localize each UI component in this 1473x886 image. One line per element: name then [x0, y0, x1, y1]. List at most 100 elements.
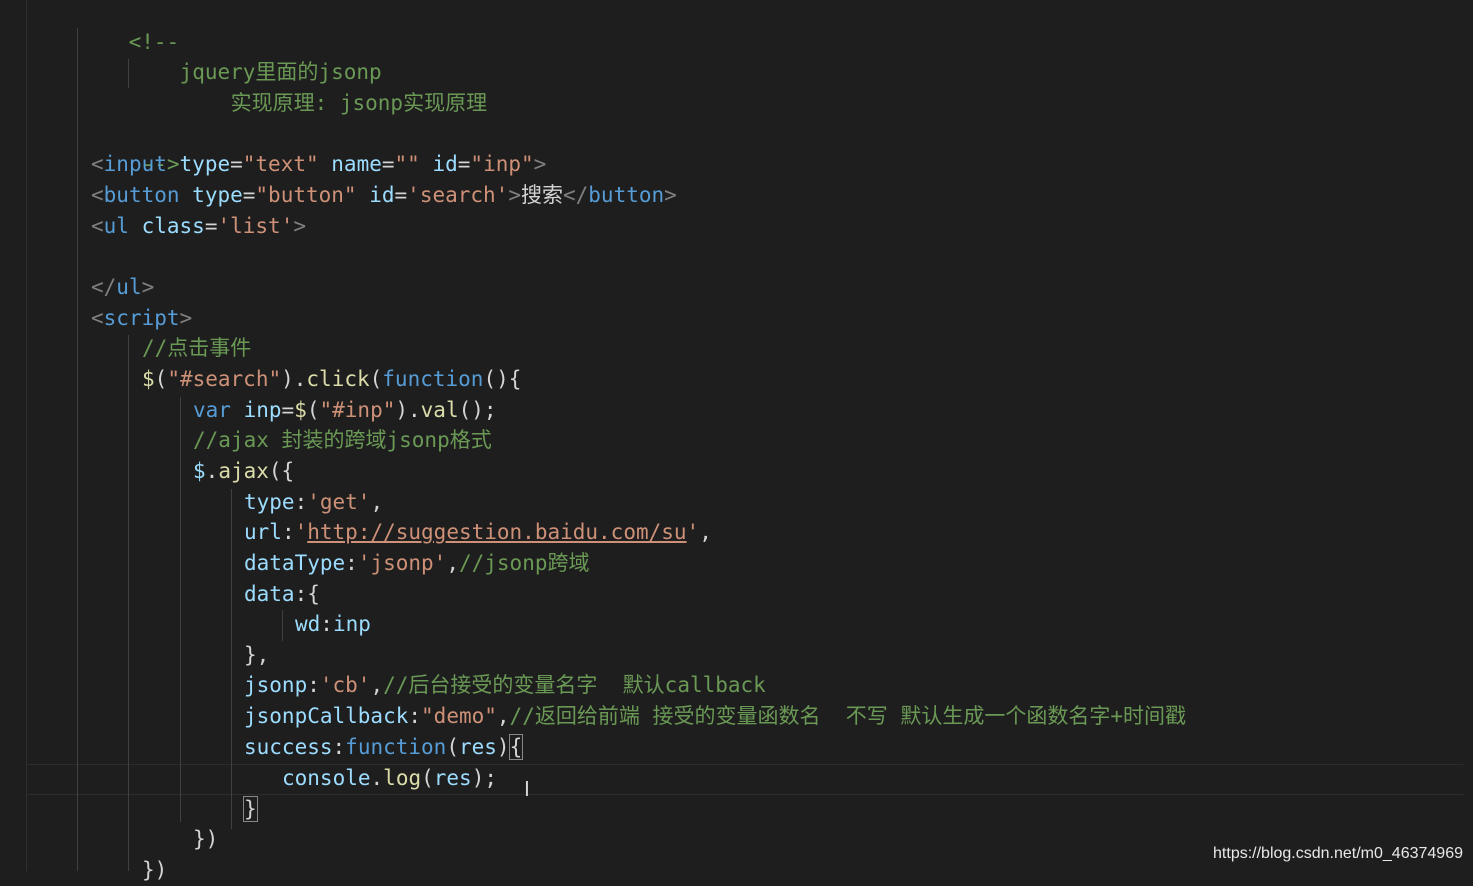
string-value: 'cb': [319, 673, 371, 697]
comment-text: //ajax 封装的跨域jsonp格式: [193, 428, 492, 452]
attr-eq: =: [394, 183, 408, 207]
matched-brace: }: [243, 796, 258, 822]
code-line-brace-close: }: [243, 794, 258, 825]
indent-guide: [282, 610, 283, 641]
code-line-ajax-call: $.ajax({: [193, 456, 294, 487]
code-line-click-handler: $("#search").click(function(){: [142, 364, 521, 395]
tag-name: input: [103, 152, 167, 176]
code-line-script-tag: <script>: [91, 303, 192, 334]
tag-name: ul: [103, 214, 129, 238]
method-name: ajax: [218, 459, 269, 483]
attr-value: "": [394, 152, 420, 176]
method-name: val: [420, 398, 459, 422]
code-line-comment-open: <!--: [78, 0, 180, 54]
indent-guide: [128, 335, 129, 871]
attr-value: 'list': [217, 214, 294, 238]
punct: }): [193, 827, 219, 851]
property-key: dataType: [244, 551, 346, 575]
keyword: var: [193, 398, 231, 422]
comment-text: 实现原理: jsonp实现原理: [230, 91, 488, 115]
comma: ,: [496, 704, 510, 728]
quote: ': [686, 520, 700, 544]
attr-eq: =: [230, 152, 243, 176]
attr-eq: =: [204, 214, 218, 238]
attr-name: type: [192, 183, 243, 207]
attr-name: type: [179, 152, 231, 176]
comment-text: //jsonp跨域: [458, 551, 590, 575]
keyword: function: [345, 735, 447, 759]
tag-name: button: [588, 183, 665, 207]
operator: =: [281, 398, 295, 422]
tag-bracket: <: [91, 214, 104, 238]
punct: }): [142, 858, 168, 882]
tag-bracket: >: [508, 183, 521, 207]
brace: {: [307, 582, 320, 606]
brace: },: [244, 643, 270, 667]
jquery-dollar: $: [193, 459, 206, 483]
variable: inp: [243, 398, 282, 422]
selector-string: "#inp": [319, 398, 396, 422]
tag-bracket: >: [533, 152, 547, 176]
tag-bracket: >: [141, 275, 155, 299]
tag-bracket: >: [293, 214, 306, 238]
object-name: console: [282, 766, 371, 790]
comma: ,: [370, 673, 384, 697]
code-line-ul-tag: <ul class='list'>: [91, 211, 306, 242]
punct: (: [306, 398, 320, 422]
punct: (){: [483, 367, 522, 391]
code-line-console-log[interactable]: console.log(res);: [282, 763, 497, 794]
tag-bracket: <: [91, 306, 104, 330]
code-line-prop-url: url:'http://suggestion.baidu.com/su',: [244, 517, 712, 548]
punct: (: [421, 766, 434, 790]
property-key: wd: [295, 612, 321, 636]
tag-bracket: <: [91, 152, 104, 176]
attr-eq: =: [457, 152, 471, 176]
parameter: res: [458, 735, 497, 759]
text-cursor-icon: I: [524, 777, 530, 801]
indent-guide: [231, 489, 232, 829]
url-link[interactable]: http://suggestion.baidu.com/su: [307, 520, 686, 544]
code-line-comment: jquery里面的jsonp: [129, 26, 382, 84]
punct: .: [370, 766, 384, 790]
colon: :: [281, 520, 295, 544]
tag-name: script: [103, 306, 180, 330]
code-line-input-tag: <input type="text" name="" id="inp">: [91, 149, 546, 180]
code-line-prop-type: type:'get',: [244, 487, 383, 518]
code-line-brace-close: },: [244, 640, 269, 671]
attr-eq: =: [242, 183, 256, 207]
attr-value: 'search': [407, 183, 509, 207]
tag-bracket: <: [91, 183, 104, 207]
keyword: function: [382, 367, 484, 391]
colon: :: [408, 704, 422, 728]
punct: ();: [458, 398, 497, 422]
current-line-highlight: [27, 764, 1463, 795]
string-value: 'get': [307, 490, 371, 514]
punct: ): [496, 735, 510, 759]
punct: ({: [268, 459, 295, 483]
attr-eq: =: [381, 152, 395, 176]
comma: ,: [370, 490, 384, 514]
code-line-comment: //点击事件: [142, 333, 251, 364]
attr-name: name: [331, 152, 382, 176]
code-line-prop-jsonp: jsonp:'cb',//后台接受的变量名字 默认callback: [244, 670, 766, 701]
attr-name: class: [141, 214, 205, 238]
indent-guide: [180, 397, 181, 822]
jquery-dollar: $: [294, 398, 307, 422]
colon: :: [294, 490, 308, 514]
comment-text: //后台接受的变量名字 默认callback: [383, 673, 766, 697]
property-key: jsonp: [244, 673, 308, 697]
punct: (: [154, 367, 168, 391]
code-line-comment: 实现原理: jsonp实现原理: [180, 57, 488, 115]
code-line-button-tag: <button type="button" id='search'>搜索</bu…: [91, 180, 677, 211]
code-editor[interactable]: <!-- jquery里面的jsonp 实现原理: jsonp实现原理 --> …: [0, 0, 1473, 882]
code-line-prop-datatype: dataType:'jsonp',//jsonp跨域: [244, 548, 590, 579]
tag-bracket: </: [562, 183, 589, 207]
property-key: success: [244, 735, 333, 759]
code-line-comment-close: -->: [91, 118, 180, 176]
parameter: res: [433, 766, 472, 790]
string-value: "demo": [421, 704, 497, 728]
attr-value: "text": [242, 152, 319, 176]
tag-name: ul: [116, 275, 142, 299]
code-line-prop-data: data:{: [244, 579, 320, 610]
